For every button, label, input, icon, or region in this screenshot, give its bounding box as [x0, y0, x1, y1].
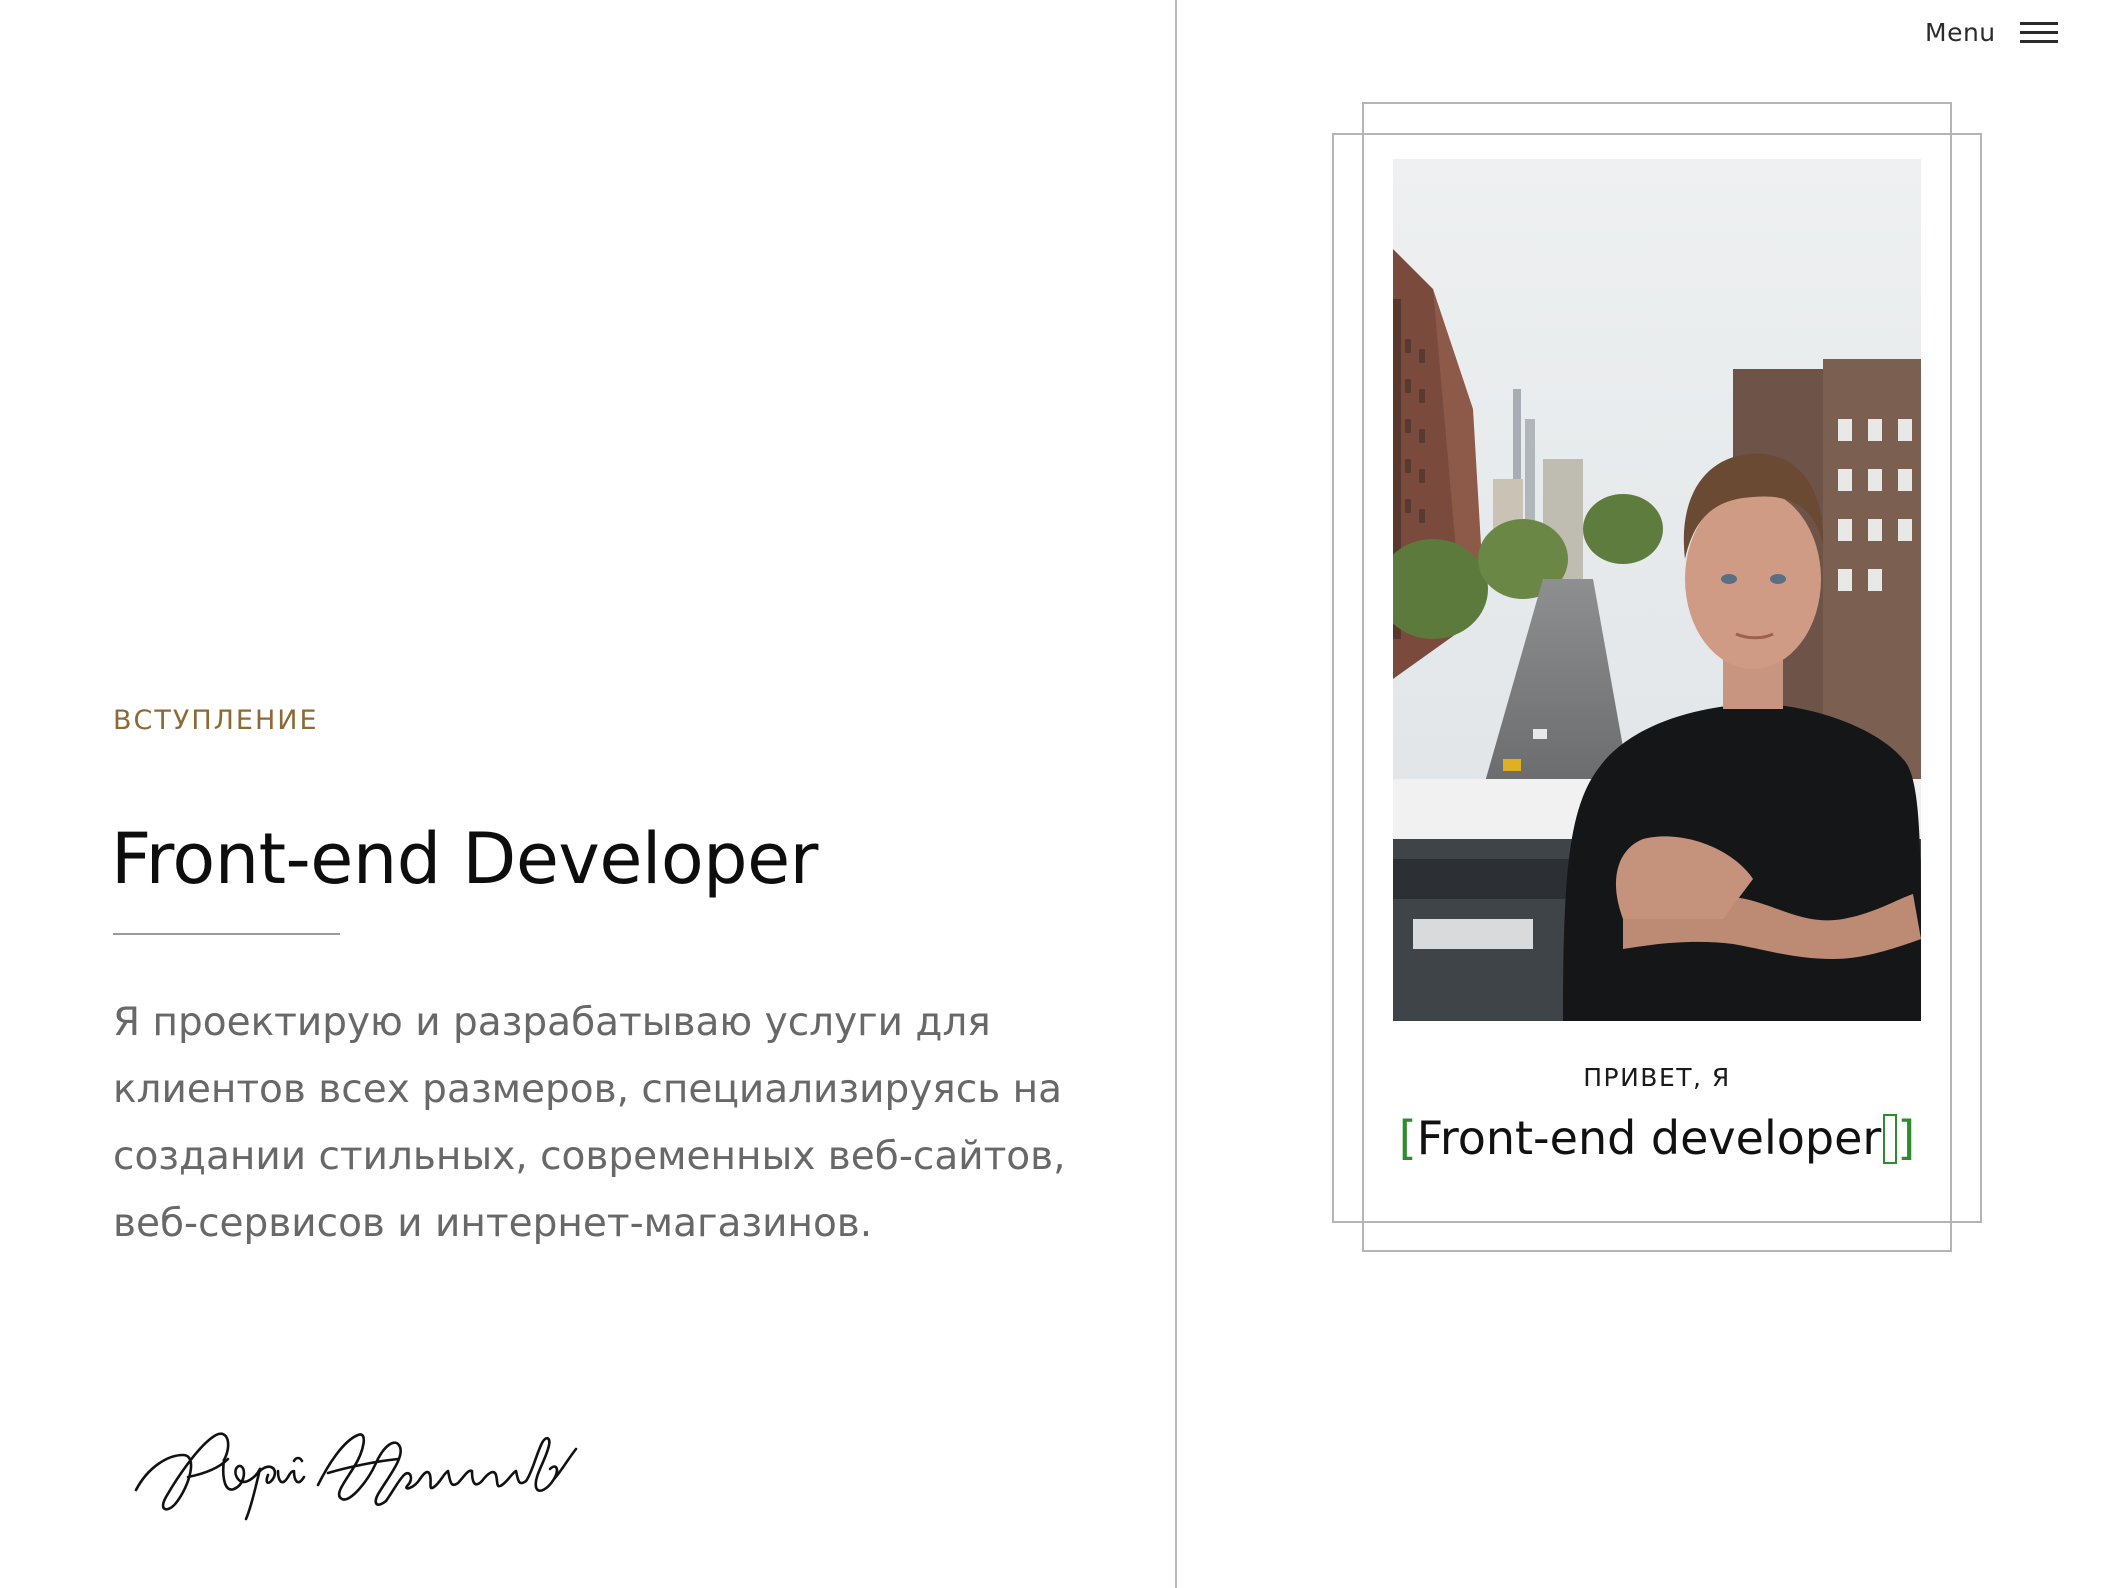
- typing-cursor-icon: [1883, 1114, 1898, 1164]
- page-title: Front-end Developer: [111, 818, 818, 900]
- menu-button[interactable]: Menu: [1925, 18, 2058, 47]
- bracket-open: [: [1398, 1111, 1417, 1165]
- title-underline: [113, 933, 340, 935]
- role-text: Front-end developer: [1416, 1111, 1882, 1165]
- vertical-divider: [1175, 0, 1177, 1588]
- greeting-text: ПРИВЕТ, Я: [1583, 1063, 1731, 1092]
- hamburger-icon: [2019, 21, 2058, 44]
- bracket-close: ]: [1897, 1111, 1916, 1165]
- profile-photo: [1393, 159, 1921, 1021]
- intro-description: Я проектирую и разрабатываю услуги для к…: [113, 1000, 1066, 1246]
- signature-image: [134, 1432, 578, 1521]
- section-eyebrow: ВСТУПЛЕНИЕ: [113, 705, 319, 736]
- menu-label: Menu: [1925, 18, 1996, 47]
- typed-role: [Front-end developer]: [1393, 1111, 1921, 1165]
